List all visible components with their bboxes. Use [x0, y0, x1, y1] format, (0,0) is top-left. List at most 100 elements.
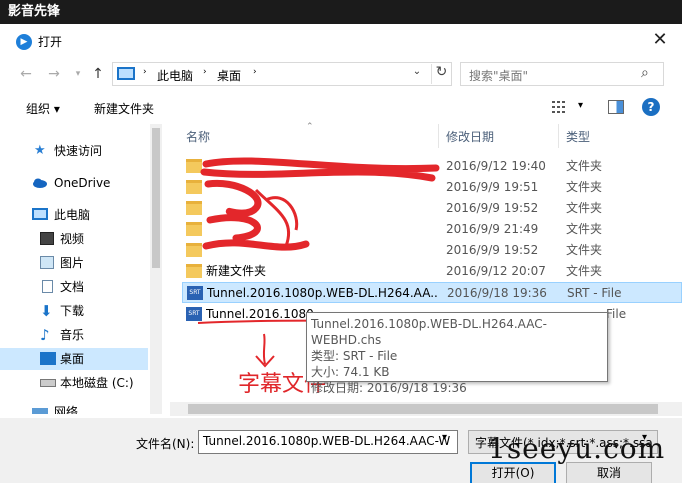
sidebar-item-downloads[interactable]: ⬇ 下载 [0, 300, 148, 322]
desktop-icon [40, 352, 56, 365]
dialog-title: 打开 [38, 35, 63, 49]
sidebar-item-this-pc[interactable]: 此电脑 [0, 204, 148, 226]
chevron-down-icon[interactable]: ▾ [578, 100, 583, 111]
sidebar-item-label: 下载 [60, 304, 85, 318]
sidebar-item-label: 视频 [60, 232, 85, 246]
column-header-name[interactable]: 名称 [186, 128, 210, 145]
search-placeholder: 搜索"桌面" [469, 69, 529, 83]
file-date: 2016/9/9 19:52 [446, 243, 539, 257]
column-header-date[interactable]: 修改日期 [446, 128, 494, 145]
sidebar-scrollbar-thumb[interactable] [152, 128, 160, 268]
file-date: 2016/9/9 19:52 [446, 201, 539, 215]
breadcrumb-separator-icon: › [203, 67, 207, 77]
breadcrumb-separator-icon: › [253, 67, 257, 77]
navigation-bar: ← → ▾ ↑ › 此电脑 › 桌面 › ⌄ ↻ 搜索"桌面" ⌕ [0, 58, 682, 90]
computer-icon [32, 208, 48, 220]
sidebar-item-label: OneDrive [54, 176, 111, 190]
file-row[interactable]: 新建文件夹 2016/9/12 20:07 文件夹 [182, 261, 682, 282]
file-type: 文件夹 [566, 180, 603, 194]
filename-label: 文件名(N): [136, 437, 195, 451]
breadcrumb-separator-icon: › [143, 67, 147, 77]
arrow-right-icon[interactable]: → [44, 64, 64, 84]
sidebar-item-network[interactable]: 网络 [0, 402, 148, 414]
file-date: 2016/9/9 21:49 [446, 222, 539, 236]
sidebar-item-label: 文档 [60, 280, 85, 294]
organize-button[interactable]: 组织 ▾ [26, 100, 60, 117]
file-date: 2016/9/12 19:40 [446, 159, 546, 173]
file-type: File [606, 307, 627, 321]
sidebar-item-music[interactable]: ♪ 音乐 [0, 324, 148, 346]
preview-pane-icon[interactable] [608, 100, 624, 114]
download-icon: ⬇ [40, 302, 53, 320]
command-bar: 组织 ▾ 新建文件夹 ▾ ? [0, 92, 682, 124]
sidebar-item-pictures[interactable]: 图片 [0, 252, 148, 274]
redaction-scribble [200, 157, 440, 251]
breadcrumb-this-pc[interactable]: 此电脑 [157, 67, 193, 84]
sidebar-item-documents[interactable]: 文档 [0, 276, 148, 298]
column-header-type[interactable]: 类型 [566, 128, 590, 145]
search-icon[interactable]: ⌕ [641, 65, 649, 81]
sidebar-item-label: 音乐 [60, 328, 85, 342]
documents-folder-icon [42, 280, 53, 293]
sidebar-item-label: 本地磁盘 (C:) [60, 376, 134, 390]
sidebar-item-quick-access[interactable]: ★ 快速访问 [0, 140, 148, 162]
tooltip-type: 类型: SRT - File [311, 349, 398, 363]
cloud-icon [33, 178, 47, 188]
chevron-down-icon[interactable]: ▾ [442, 432, 447, 443]
breadcrumb-desktop[interactable]: 桌面 [217, 67, 241, 84]
file-date: 2016/9/18 19:36 [447, 286, 547, 300]
open-button[interactable]: 打开(O) [470, 462, 556, 483]
star-icon: ★ [34, 143, 46, 158]
column-divider[interactable] [438, 124, 439, 148]
filename-input[interactable]: Tunnel.2016.1080p.WEB-DL.H264.AAC-W [198, 430, 458, 454]
file-type: 文件夹 [566, 201, 603, 215]
address-dropdown-icon[interactable]: ⌄ [409, 66, 425, 82]
app-title-bar: 影音先锋 [0, 0, 682, 24]
address-bar[interactable]: › 此电脑 › 桌面 › ⌄ ↻ [112, 62, 452, 86]
dialog-title-bar: ▶ 打开 ✕ [0, 24, 682, 58]
close-icon[interactable]: ✕ [648, 28, 672, 52]
arrow-left-icon[interactable]: ← [16, 64, 36, 84]
file-type: SRT - File [567, 286, 622, 300]
network-icon [32, 408, 48, 414]
horizontal-scrollbar-thumb[interactable] [188, 404, 658, 414]
search-box[interactable]: 搜索"桌面" ⌕ [460, 62, 664, 86]
sort-up-icon: ⌃ [306, 122, 314, 132]
help-icon[interactable]: ? [642, 98, 660, 116]
arrow-up-icon[interactable]: ↑ [88, 64, 108, 84]
file-type: 文件夹 [566, 222, 603, 236]
file-name: Tunnel.2016.1080p.WEB-DL.H264.AA... [207, 286, 437, 300]
sidebar-item-label: 快速访问 [54, 144, 103, 158]
file-type: 文件夹 [566, 159, 603, 173]
file-type: 文件夹 [566, 243, 603, 257]
srt-file-icon: SRT [187, 286, 203, 300]
refresh-icon[interactable]: ↻ [431, 64, 451, 84]
sidebar-item-videos[interactable]: 视频 [0, 228, 148, 250]
sidebar-item-onedrive[interactable]: OneDrive [0, 172, 148, 194]
tooltip-modified: 修改日期: 2016/9/18 19:36 [311, 381, 467, 395]
column-divider[interactable] [558, 124, 559, 148]
file-date: 2016/9/12 20:07 [446, 264, 546, 278]
drive-icon [40, 379, 56, 387]
watermark: 1seeyu.com [488, 432, 666, 465]
music-icon: ♪ [40, 326, 50, 344]
view-options-icon[interactable] [552, 100, 570, 114]
video-folder-icon [40, 232, 54, 245]
sidebar-item-label: 此电脑 [54, 208, 91, 222]
sidebar-item-label: 图片 [60, 256, 85, 270]
file-row-selected[interactable]: SRT Tunnel.2016.1080p.WEB-DL.H264.AA... … [182, 282, 682, 303]
pictures-folder-icon [40, 256, 54, 269]
new-folder-button[interactable]: 新建文件夹 [94, 100, 154, 117]
tooltip-filename: Tunnel.2016.1080p.WEB-DL.H264.AAC-WEBHD.… [311, 317, 547, 347]
chevron-down-icon[interactable]: ▾ [68, 64, 88, 84]
tooltip-size: 大小: 74.1 KB [311, 365, 390, 379]
sidebar-item-label: 网络 [54, 405, 79, 414]
sidebar-item-local-disk[interactable]: 本地磁盘 (C:) [0, 372, 148, 394]
file-type: 文件夹 [566, 264, 603, 278]
file-name: 新建文件夹 [206, 264, 267, 278]
file-date: 2016/9/9 19:51 [446, 180, 539, 194]
sidebar-item-label: 桌面 [60, 352, 85, 366]
sidebar-item-desktop[interactable]: 桌面 [0, 348, 148, 370]
play-circle-icon: ▶ [16, 34, 32, 50]
cancel-button[interactable]: 取消 [566, 462, 652, 483]
